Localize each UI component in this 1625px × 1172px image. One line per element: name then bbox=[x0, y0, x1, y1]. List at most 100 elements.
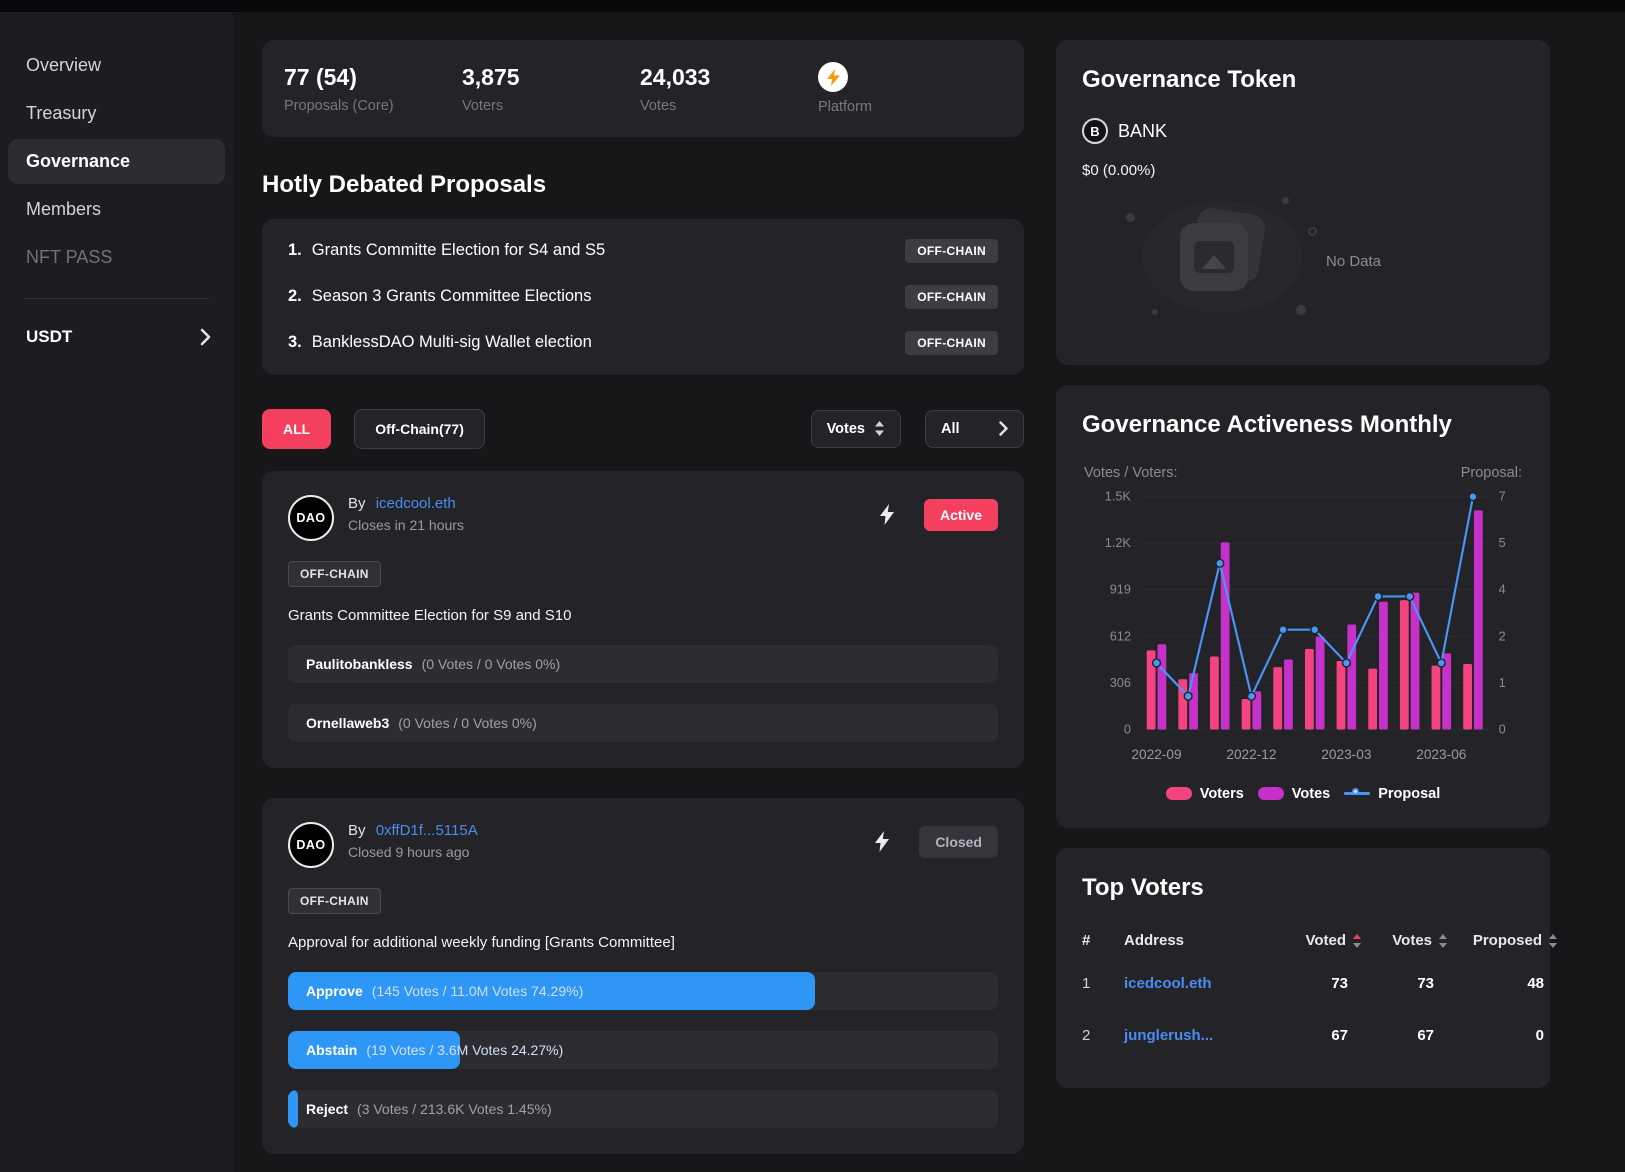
sort-arrows-icon bbox=[1438, 934, 1448, 948]
hotly-rank: 2. bbox=[288, 287, 302, 306]
scope-all-dropdown[interactable]: All bbox=[925, 410, 1024, 448]
proposals-label: Proposals (Core) bbox=[284, 98, 462, 114]
sidebar-item-members[interactable]: Members bbox=[8, 187, 225, 232]
activeness-title: Governance Activeness Monthly bbox=[1082, 411, 1524, 439]
legend-proposal[interactable]: Proposal bbox=[1344, 786, 1440, 802]
scope-label: All bbox=[941, 421, 960, 437]
svg-text:0: 0 bbox=[1499, 721, 1506, 736]
vote-option-paulitobankless[interactable]: Paulitobankless (0 Votes / 0 Votes 0%) bbox=[288, 645, 998, 683]
voters-label: Voters bbox=[462, 98, 640, 114]
offchain-badge: OFF-CHAIN bbox=[905, 331, 998, 355]
main-content: 77 (54) Proposals (Core) 3,875 Voters 24… bbox=[262, 12, 1024, 1172]
hotly-proposal-title[interactable]: BanklessDAO Multi-sig Wallet election bbox=[312, 333, 906, 352]
by-label: By bbox=[348, 822, 366, 839]
svg-text:612: 612 bbox=[1110, 628, 1131, 643]
top-black-bar bbox=[0, 0, 1625, 12]
filter-offchain-button[interactable]: Off-Chain(77) bbox=[354, 409, 485, 449]
header-votes-sort[interactable]: Votes bbox=[1368, 932, 1454, 949]
proposal-closed-time: Closed 9 hours ago bbox=[348, 844, 875, 860]
vote-option-ornellaweb3[interactable]: Ornellaweb3 (0 Votes / 0 Votes 0%) bbox=[288, 704, 998, 742]
legend-votes[interactable]: Votes bbox=[1258, 786, 1330, 802]
proposal-meta: By 0xffD1f...5115A Closed 9 hours ago bbox=[348, 822, 875, 860]
proposal-filter-row: ALL Off-Chain(77) Votes All bbox=[262, 409, 1024, 449]
vote-option-abstain[interactable]: Abstain (19 Votes / 3.6M Votes 24.27%) bbox=[288, 1031, 998, 1069]
header-proposed-sort[interactable]: Proposed bbox=[1454, 932, 1564, 949]
proposal-line-icon bbox=[1344, 787, 1370, 800]
sidebar: Overview Treasury Governance Members NFT… bbox=[0, 12, 233, 1172]
svg-text:2022-12: 2022-12 bbox=[1226, 747, 1276, 762]
hotly-proposal-title[interactable]: Season 3 Grants Committee Elections bbox=[312, 287, 906, 306]
dao-avatar: DAO bbox=[288, 822, 334, 868]
hotly-proposal-title[interactable]: Grants Committe Election for S4 and S5 bbox=[312, 241, 906, 260]
voter-address-link[interactable]: icedcool.eth bbox=[1124, 975, 1272, 992]
sidebar-item-usdt[interactable]: USDT bbox=[0, 299, 233, 347]
right-axis-caption: Proposal: bbox=[1461, 465, 1522, 481]
token-row[interactable]: B BANK bbox=[1082, 118, 1524, 144]
chevron-right-icon bbox=[999, 421, 1008, 436]
legend-votes-label: Votes bbox=[1292, 786, 1330, 802]
proposals-count: 77 (54) bbox=[284, 64, 462, 91]
stat-platform: Platform bbox=[818, 62, 996, 115]
legend-voters-label: Voters bbox=[1200, 786, 1244, 802]
proposal-title[interactable]: Grants Committee Election for S9 and S10 bbox=[288, 607, 998, 624]
offchain-badge: OFF-CHAIN bbox=[288, 561, 381, 587]
voter-rank: 1 bbox=[1082, 975, 1124, 992]
sidebar-item-governance[interactable]: Governance bbox=[8, 139, 225, 184]
sort-by-votes-dropdown[interactable]: Votes bbox=[811, 410, 901, 448]
sidebar-item-treasury[interactable]: Treasury bbox=[8, 91, 225, 136]
votes-label: Votes bbox=[640, 98, 818, 114]
hotly-item-3[interactable]: 3. BanklessDAO Multi-sig Wallet election… bbox=[262, 320, 1024, 366]
proposal-title[interactable]: Approval for additional weekly funding [… bbox=[288, 934, 998, 951]
sidebar-item-nft-pass[interactable]: NFT PASS bbox=[8, 235, 225, 280]
image-placeholder-icon bbox=[1194, 241, 1234, 273]
sidebar-item-overview[interactable]: Overview bbox=[8, 43, 225, 88]
svg-text:1: 1 bbox=[1499, 675, 1506, 690]
activeness-chart: 003061612291941.2K51.5K72022-092022-1220… bbox=[1082, 485, 1524, 776]
vote-option-approve[interactable]: Approve (145 Votes / 11.0M Votes 74.29%) bbox=[288, 972, 998, 1010]
option-name: Paulitobankless bbox=[306, 656, 413, 672]
hotly-item-1[interactable]: 1. Grants Committe Election for S4 and S… bbox=[262, 228, 1024, 274]
usdt-label: USDT bbox=[26, 327, 72, 347]
page-layout: Overview Treasury Governance Members NFT… bbox=[0, 12, 1625, 1172]
option-votes: (19 Votes / 3.6M Votes 24.27%) bbox=[366, 1042, 563, 1058]
top-voters-title: Top Voters bbox=[1082, 874, 1524, 902]
offchain-badge: OFF-CHAIN bbox=[905, 239, 998, 263]
stat-votes: 24,033 Votes bbox=[640, 64, 818, 114]
vote-option-reject[interactable]: Reject (3 Votes / 213.6K Votes 1.45%) bbox=[288, 1090, 998, 1128]
svg-text:0: 0 bbox=[1124, 721, 1131, 736]
header-voted-sort[interactable]: Voted bbox=[1272, 932, 1368, 949]
voter-proposed: 0 bbox=[1454, 1027, 1564, 1044]
filter-all-button[interactable]: ALL bbox=[262, 409, 331, 449]
stats-card: 77 (54) Proposals (Core) 3,875 Voters 24… bbox=[262, 40, 1024, 137]
svg-text:919: 919 bbox=[1110, 582, 1131, 597]
status-badge-closed: Closed bbox=[919, 826, 998, 858]
option-name: Abstain bbox=[306, 1042, 357, 1058]
svg-text:306: 306 bbox=[1110, 675, 1131, 690]
svg-text:7: 7 bbox=[1499, 489, 1506, 504]
option-votes: (0 Votes / 0 Votes 0%) bbox=[398, 715, 537, 731]
legend-voters[interactable]: Voters bbox=[1166, 786, 1244, 802]
governance-token-card: Governance Token B BANK $0 (0.00%) No Da… bbox=[1056, 40, 1550, 365]
option-name: Approve bbox=[306, 983, 363, 999]
svg-text:1.2K: 1.2K bbox=[1105, 535, 1132, 550]
top-voters-card: Top Voters # Address Voted Votes bbox=[1056, 848, 1550, 1088]
chart-legend: Voters Votes Proposal bbox=[1082, 786, 1524, 802]
voter-votes: 73 bbox=[1368, 975, 1454, 992]
header-address: Address bbox=[1124, 932, 1272, 949]
right-column: Governance Token B BANK $0 (0.00%) No Da… bbox=[1056, 12, 1550, 1172]
by-label: By bbox=[348, 495, 366, 512]
proposal-card-1: DAO By icedcool.eth Closes in 21 hours A… bbox=[262, 471, 1024, 768]
voter-voted: 73 bbox=[1272, 975, 1368, 992]
hotly-item-2[interactable]: 2. Season 3 Grants Committee Elections O… bbox=[262, 274, 1024, 320]
option-votes: (3 Votes / 213.6K Votes 1.45%) bbox=[357, 1101, 552, 1117]
activeness-card: Governance Activeness Monthly Votes / Vo… bbox=[1056, 385, 1550, 828]
top-voters-header-row: # Address Voted Votes bbox=[1082, 924, 1524, 958]
legend-proposal-label: Proposal bbox=[1378, 786, 1440, 802]
svg-text:1.5K: 1.5K bbox=[1105, 489, 1132, 504]
voter-address-link[interactable]: junglerush... bbox=[1124, 1027, 1272, 1044]
author-link[interactable]: 0xffD1f...5115A bbox=[376, 822, 478, 839]
bank-coin-icon: B bbox=[1082, 118, 1108, 144]
author-link[interactable]: icedcool.eth bbox=[376, 495, 456, 512]
proposal-deadline: Closes in 21 hours bbox=[348, 517, 880, 533]
platform-lightning-icon bbox=[818, 62, 848, 92]
